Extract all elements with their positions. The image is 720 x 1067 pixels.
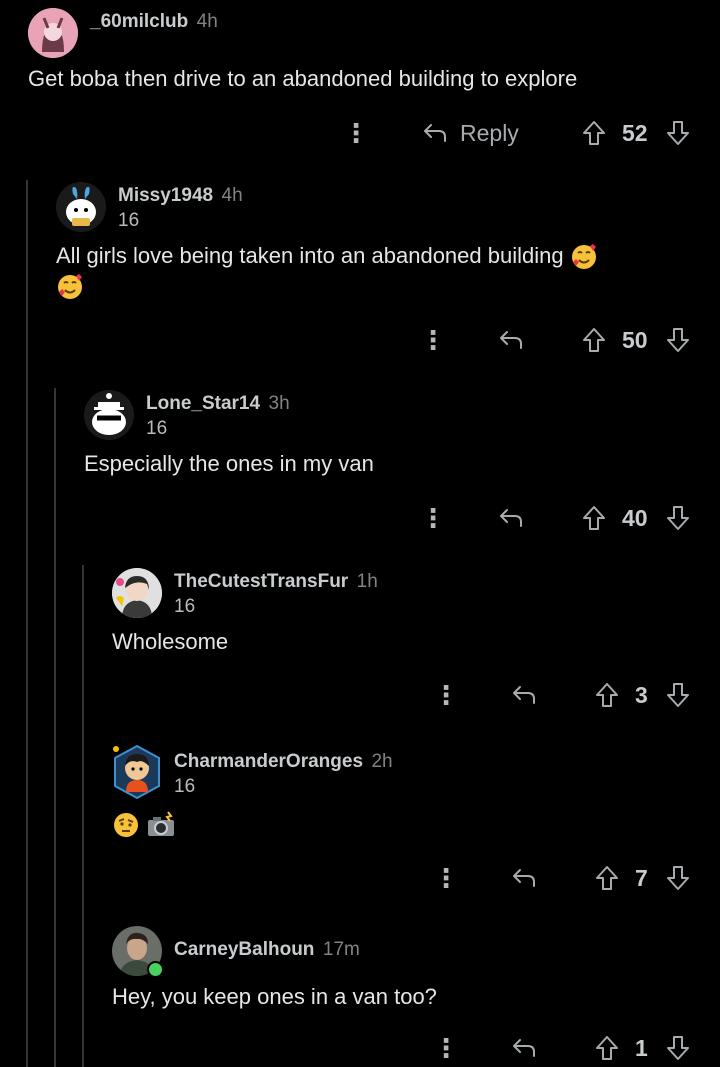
username[interactable]: CarneyBalhoun — [174, 939, 314, 960]
comment-actions: ⋮ 3 — [0, 677, 720, 713]
downvote-arrow-icon — [667, 683, 689, 707]
upvote-button[interactable] — [595, 1035, 619, 1061]
upvote-arrow-icon — [596, 866, 618, 890]
camera-with-flash-emoji — [146, 811, 176, 839]
comment: CharmanderOranges 2h 16 — [112, 744, 712, 839]
avatar[interactable] — [112, 568, 162, 618]
downvote-button[interactable] — [666, 327, 690, 353]
vote-score: 52 — [622, 119, 648, 146]
downvote-button[interactable] — [666, 865, 690, 891]
user-flair: 16 — [118, 210, 140, 231]
reply-arrow-icon — [500, 509, 522, 527]
comment-actions: ⋮ Reply 52 — [0, 115, 720, 151]
more-options-icon[interactable]: ⋮ — [433, 680, 459, 711]
thread-line[interactable] — [54, 388, 56, 1067]
avatar[interactable] — [112, 926, 164, 978]
comment-body: Especially the ones in my van — [84, 451, 374, 476]
timestamp: 1h — [356, 571, 378, 592]
upvote-arrow-icon — [596, 1036, 618, 1060]
downvote-arrow-icon — [667, 328, 689, 352]
smiling-face-with-hearts-emoji — [56, 273, 84, 301]
username[interactable]: CharmanderOranges — [174, 751, 363, 772]
more-options-icon[interactable]: ⋮ — [420, 325, 446, 356]
downvote-arrow-icon — [667, 1036, 689, 1060]
thread-line[interactable] — [26, 180, 28, 1067]
raised-eyebrow-emoji — [112, 811, 140, 839]
smiling-face-with-hearts-emoji — [570, 243, 598, 271]
downvote-button[interactable] — [666, 1035, 690, 1061]
comment-body: Hey, you keep ones in a van too? — [112, 984, 437, 1009]
downvote-button[interactable] — [666, 682, 690, 708]
comment-body: All girls love being taken into an aband… — [56, 241, 696, 301]
more-options-icon[interactable]: ⋮ — [420, 503, 446, 534]
reply-button[interactable] — [498, 329, 524, 351]
downvote-arrow-icon — [667, 506, 689, 530]
timestamp: 3h — [268, 393, 290, 414]
comment-text: All girls love being taken into an aband… — [56, 243, 564, 268]
upvote-button[interactable] — [595, 865, 619, 891]
upvote-button[interactable] — [595, 682, 619, 708]
upvote-button[interactable] — [582, 505, 606, 531]
username[interactable]: _60milclub — [90, 11, 188, 32]
username[interactable]: Lone_Star14 — [146, 393, 260, 414]
avatar[interactable] — [112, 744, 162, 800]
vote-score: 40 — [622, 504, 648, 531]
user-flair: 16 — [174, 596, 196, 617]
username[interactable]: TheCutestTransFur — [174, 571, 348, 592]
comment: Lone_Star14 3h 16 Especially the ones in… — [84, 390, 704, 479]
reply-button[interactable]: Reply — [422, 120, 519, 147]
comment-body: Get boba then drive to an abandoned buil… — [28, 66, 578, 91]
timestamp: 4h — [196, 11, 218, 32]
vote-score: 3 — [635, 681, 648, 708]
more-options-icon[interactable]: ⋮ — [433, 863, 459, 894]
upvote-arrow-icon — [583, 328, 605, 352]
reply-button[interactable] — [498, 507, 524, 529]
timestamp: 4h — [221, 185, 243, 206]
reply-button[interactable] — [511, 1037, 537, 1059]
reply-arrow-icon — [513, 686, 535, 704]
comment-actions: ⋮ 40 — [0, 500, 720, 536]
more-options-icon[interactable]: ⋮ — [343, 118, 369, 149]
upvote-arrow-icon — [596, 683, 618, 707]
downvote-button[interactable] — [666, 120, 690, 146]
user-flair: 16 — [146, 418, 168, 439]
downvote-arrow-icon — [667, 866, 689, 890]
downvote-arrow-icon — [667, 121, 689, 145]
timestamp: 17m — [322, 939, 360, 960]
upvote-arrow-icon — [583, 506, 605, 530]
vote-score: 1 — [635, 1034, 648, 1061]
upvote-button[interactable] — [582, 327, 606, 353]
reply-button[interactable] — [511, 684, 537, 706]
reply-arrow-icon — [500, 331, 522, 349]
reply-arrow-icon — [513, 869, 535, 887]
upvote-arrow-icon — [583, 121, 605, 145]
online-status-indicator — [147, 961, 164, 978]
more-options-icon[interactable]: ⋮ — [433, 1033, 459, 1064]
comment-body: Wholesome — [112, 629, 229, 654]
user-flair: 16 — [174, 776, 196, 797]
vote-score: 7 — [635, 864, 648, 891]
upvote-button[interactable] — [582, 120, 606, 146]
comment: CarneyBalhoun 17m Hey, you keep ones in … — [112, 926, 712, 1012]
reply-label: Reply — [460, 119, 519, 146]
reply-button[interactable] — [511, 867, 537, 889]
downvote-button[interactable] — [666, 505, 690, 531]
comment: Missy1948 4h 16 All girls love being tak… — [56, 182, 696, 301]
avatar[interactable] — [28, 8, 78, 58]
username[interactable]: Missy1948 — [118, 185, 213, 206]
avatar[interactable] — [56, 182, 106, 232]
comment-body — [112, 809, 712, 839]
comment-actions: ⋮ 7 — [0, 860, 720, 896]
timestamp: 2h — [371, 751, 393, 772]
vote-score: 50 — [622, 326, 648, 353]
reply-arrow-icon — [513, 1039, 535, 1057]
reply-arrow-icon — [424, 124, 446, 142]
comment: TheCutestTransFur 1h 16 Wholesome — [112, 568, 712, 657]
comment: _60milclub 4h Get boba then drive to an … — [28, 8, 708, 94]
avatar[interactable] — [84, 390, 134, 440]
thread-line[interactable] — [82, 565, 84, 1067]
comment-actions: ⋮ 1 — [0, 1030, 720, 1066]
comment-actions: ⋮ 50 — [0, 322, 720, 358]
